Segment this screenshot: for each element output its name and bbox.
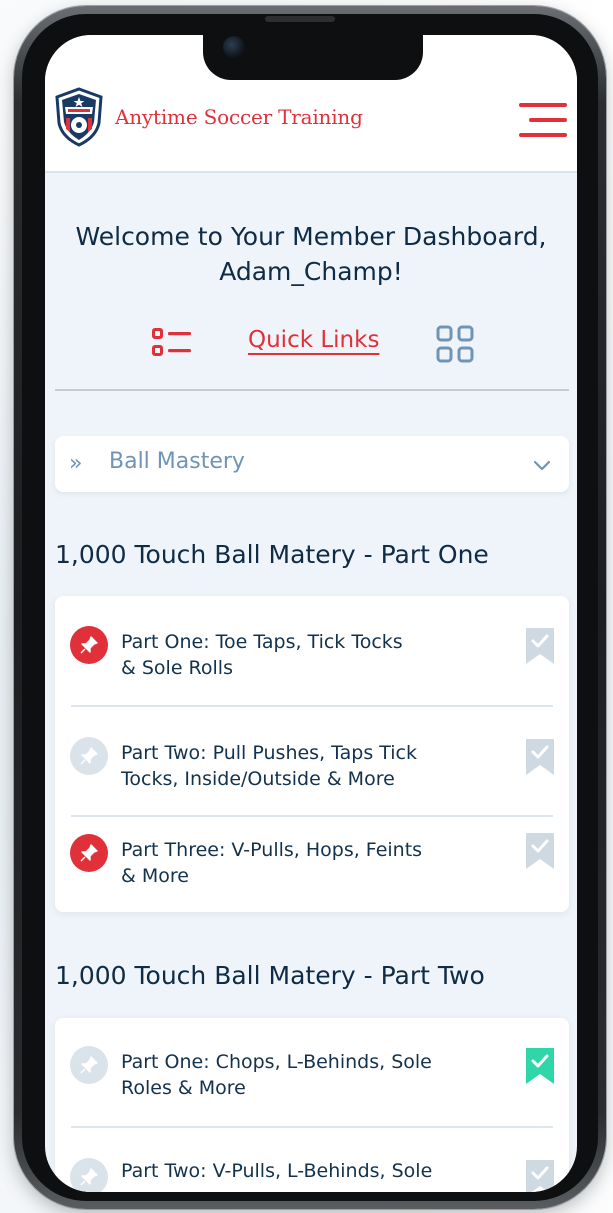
list-item-title: Part One: Toe Taps, Tick Tocks & Sole Ro… <box>121 629 501 681</box>
pin-icon[interactable] <box>70 1046 108 1084</box>
list-item-title-line-2: Roles & More <box>121 1077 246 1099</box>
list-item[interactable]: Part Three: V-Pulls, Hops, Feints & More <box>55 817 569 927</box>
pin-icon[interactable] <box>70 626 108 664</box>
bookmark-check-icon[interactable] <box>524 737 556 777</box>
list-item[interactable]: Part One: Chops, L-Behinds, Sole Roles &… <box>55 1018 569 1128</box>
bookmark-check-icon[interactable] <box>524 626 556 666</box>
welcome-line-1: Welcome to Your Member Dashboard, <box>75 222 547 251</box>
double-chevron-right-icon: » <box>69 451 83 476</box>
list-view-icon[interactable] <box>152 328 192 358</box>
category-dropdown[interactable]: » Ball Mastery <box>55 436 569 492</box>
pin-icon[interactable] <box>70 834 108 872</box>
list-item-title: Part Two: V-Pulls, L-Behinds, Sole <box>121 1158 501 1184</box>
video-list-card: Part One: Toe Taps, Tick Tocks & Sole Ro… <box>55 596 569 912</box>
list-item[interactable]: Part Two: Pull Pushes, Taps Tick Tocks, … <box>55 707 569 817</box>
welcome-heading: Welcome to Your Member Dashboard, Adam_C… <box>45 219 577 289</box>
hamburger-menu-icon[interactable] <box>519 103 569 139</box>
list-item-title-line-2: & Sole Rolls <box>121 657 233 679</box>
phone-speaker <box>265 16 335 22</box>
list-item-title: Part Two: Pull Pushes, Taps Tick Tocks, … <box>121 740 501 792</box>
category-selected-value: Ball Mastery <box>109 449 245 474</box>
grid-view-icon[interactable] <box>436 325 474 363</box>
divider <box>55 389 569 391</box>
list-item-title-line-1: Part Two: Pull Pushes, Taps Tick <box>121 742 418 764</box>
list-item-title-line-1: Part Two: V-Pulls, L-Behinds, Sole <box>121 1160 433 1182</box>
section-title: 1,000 Touch Ball Matery - Part Two <box>55 961 485 990</box>
bookmark-check-icon[interactable] <box>524 831 556 871</box>
welcome-line-2: Adam_Champ! <box>219 257 403 286</box>
bookmark-check-icon-completed[interactable] <box>524 1046 556 1086</box>
brand-name[interactable]: Anytime Soccer Training <box>115 105 363 129</box>
phone-screen: Anytime Soccer Training Welcome to Your … <box>45 35 577 1192</box>
video-list-card: Part One: Chops, L-Behinds, Sole Roles &… <box>55 1018 569 1192</box>
quick-links-link[interactable]: Quick Links <box>248 327 379 353</box>
list-item-title-line-2: Tocks, Inside/Outside & More <box>121 768 395 790</box>
pin-icon[interactable] <box>70 1158 108 1192</box>
list-item-title-line-1: Part One: Chops, L-Behinds, Sole <box>121 1051 432 1073</box>
front-camera <box>223 36 245 58</box>
bookmark-check-icon[interactable] <box>524 1158 556 1192</box>
list-item-title: Part Three: V-Pulls, Hops, Feints & More <box>121 837 501 889</box>
list-item-title: Part One: Chops, L-Behinds, Sole Roles &… <box>121 1049 501 1101</box>
section-title: 1,000 Touch Ball Matery - Part One <box>55 540 489 569</box>
view-toggle-bar: Quick Links <box>45 325 577 375</box>
list-item-title-line-1: Part One: Toe Taps, Tick Tocks <box>121 631 403 653</box>
list-item[interactable]: Part Two: V-Pulls, L-Behinds, Sole <box>55 1128 569 1192</box>
list-item-title-line-2: & More <box>121 865 189 887</box>
list-item[interactable]: Part One: Toe Taps, Tick Tocks & Sole Ro… <box>55 596 569 706</box>
chevron-down-icon <box>533 456 551 474</box>
pin-icon[interactable] <box>70 737 108 775</box>
soccer-shield-logo-icon[interactable] <box>54 87 104 147</box>
list-item-title-line-1: Part Three: V-Pulls, Hops, Feints <box>121 839 423 861</box>
